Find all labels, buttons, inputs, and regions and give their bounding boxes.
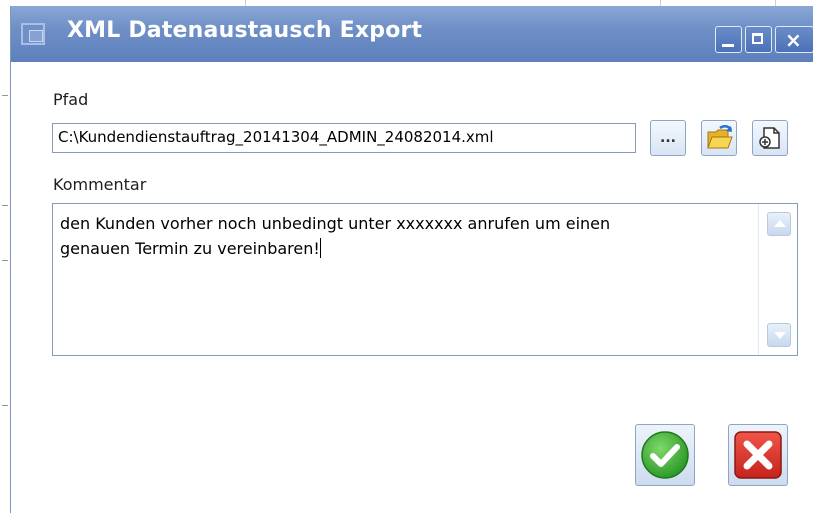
path-label: Pfad [53,90,89,109]
path-input[interactable]: C:\Kundendienstauftrag_20141304_ADMIN_24… [52,123,636,153]
close-icon: × [785,28,802,52]
text-caret [319,238,321,258]
background-tick [2,95,8,96]
close-x-icon [734,431,782,479]
close-window-button[interactable]: × [775,26,813,53]
dialog-body: Pfad C:\Kundendienstauftrag_20141304_ADM… [11,62,813,513]
arrow-up-icon [774,220,786,227]
window-title: XML Datenaustausch Export [67,18,423,43]
title-bar[interactable]: XML Datenaustausch Export × [11,6,813,62]
cancel-button[interactable] [728,424,788,486]
maximize-button[interactable] [745,26,772,53]
browse-button-label: ... [660,130,676,146]
scroll-up-button[interactable] [767,212,791,236]
comment-label: Kommentar [53,175,147,194]
open-folder-button[interactable] [701,120,737,156]
comment-scrollbar[interactable] [758,204,797,355]
app-window-icon [21,23,45,45]
background-tick [2,405,8,406]
background-tick [2,205,8,206]
arrow-down-icon [774,332,786,339]
open-folder-icon [707,125,733,149]
background-tick [2,260,8,261]
browse-button[interactable]: ... [650,120,686,156]
minimize-icon [722,44,734,47]
comment-textarea[interactable]: den Kunden vorher noch unbedingt unter x… [52,203,798,356]
maximize-icon [752,33,763,44]
new-document-button[interactable] [752,120,788,156]
checkmark-icon [641,431,689,479]
scroll-down-button[interactable] [767,323,791,347]
comment-text: den Kunden vorher noch unbedingt unter x… [60,211,760,261]
export-dialog: XML Datenaustausch Export × Pfad C:\Kund… [10,6,813,513]
new-document-icon [759,127,780,149]
minimize-button[interactable] [715,26,742,53]
ok-button[interactable] [635,424,695,486]
comment-value: den Kunden vorher noch unbedingt unter x… [60,214,611,258]
